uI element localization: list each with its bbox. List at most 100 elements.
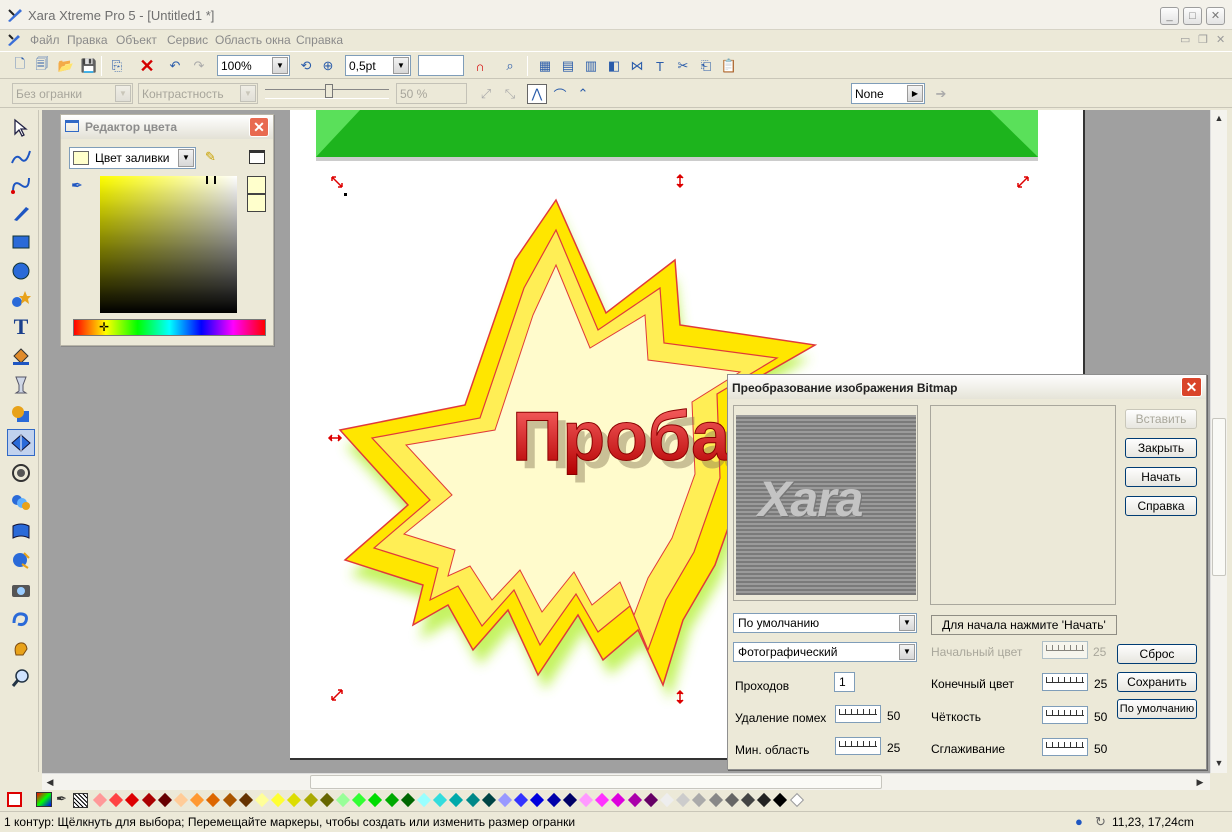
palette-swatch[interactable]	[238, 792, 253, 808]
snap-icon[interactable]: ●	[1075, 814, 1083, 829]
palette-swatch[interactable]	[384, 792, 399, 808]
palette-swatch[interactable]	[692, 792, 707, 808]
chevron-down-icon[interactable]: ▼	[272, 57, 288, 74]
group-icon[interactable]: ◧	[604, 56, 624, 76]
palette-swatch[interactable]	[303, 792, 318, 808]
canvas-text[interactable]: Проба	[512, 397, 732, 476]
palette-swatch[interactable]	[595, 792, 610, 808]
bevel-tool-icon[interactable]	[7, 429, 35, 456]
menu-edit[interactable]: Правка	[67, 33, 108, 47]
doc-restore-icon[interactable]: ❐	[1198, 33, 1208, 46]
palette-swatch[interactable]	[352, 792, 367, 808]
palette-swatch[interactable]	[400, 792, 415, 808]
close-button[interactable]: Закрыть	[1125, 438, 1197, 458]
palette-swatch[interactable]	[708, 792, 723, 808]
palette-swatch[interactable]	[773, 792, 788, 808]
noise-slider[interactable]	[835, 705, 881, 723]
close-icon[interactable]: ✕	[1181, 377, 1202, 397]
rectangle-tool-icon[interactable]	[7, 228, 35, 255]
3d-extrude-tool-icon[interactable]	[7, 605, 35, 632]
scroll-right-icon[interactable]: ▶	[1192, 774, 1208, 790]
horizontal-scrollbar[interactable]: ◀ ▶	[42, 773, 1210, 790]
palette-swatch[interactable]	[287, 792, 302, 808]
none-combo[interactable]: None ▶	[851, 83, 925, 104]
palette-swatch[interactable]	[109, 792, 124, 808]
paste-icon[interactable]: 📋	[719, 56, 739, 76]
open-folder-icon[interactable]: 📂	[56, 56, 76, 76]
arrange-back-icon[interactable]: ▤	[558, 56, 578, 76]
cut-icon[interactable]: ✂	[673, 56, 693, 76]
join-mitre-icon[interactable]: ⋀	[527, 84, 547, 104]
reset-button[interactable]: Сброс	[1117, 644, 1197, 664]
start-color-slider[interactable]	[1042, 641, 1088, 659]
save-icon[interactable]: 💾	[79, 56, 99, 76]
sharpness-slider[interactable]	[1042, 706, 1088, 724]
min-area-slider[interactable]	[835, 737, 881, 755]
vertical-scrollbar[interactable]: ▲ ▼	[1210, 110, 1227, 773]
zoom-combo[interactable]: 100% ▼	[217, 55, 290, 76]
chevron-down-icon[interactable]: ▼	[899, 644, 915, 660]
text-tool-icon[interactable]: T	[7, 313, 35, 340]
palette-swatch[interactable]	[481, 792, 496, 808]
doc-close-icon[interactable]: ✕	[1216, 33, 1225, 46]
chevron-down-icon[interactable]: ▼	[899, 615, 915, 631]
start-button[interactable]: Начать	[1125, 467, 1197, 487]
push-tool-icon[interactable]	[7, 635, 35, 662]
chevron-down-icon[interactable]: ▼	[178, 149, 194, 167]
new-template-icon[interactable]: 🗐	[32, 56, 52, 76]
color-options-icon[interactable]	[249, 150, 265, 164]
join-bevel-icon[interactable]: ⌃	[573, 84, 593, 104]
palette-swatch[interactable]	[190, 792, 205, 808]
find-icon[interactable]: ⌕	[500, 56, 520, 76]
palette-swatch[interactable]	[578, 792, 594, 808]
vertical-scroll-thumb[interactable]	[1212, 418, 1226, 576]
line-color-indicator[interactable]	[7, 792, 22, 807]
palette-swatch[interactable]	[659, 792, 675, 808]
palette-swatch[interactable]	[271, 792, 286, 808]
fill-tool-icon[interactable]	[7, 343, 35, 370]
preset-combo[interactable]: По умолчанию ▼	[733, 613, 917, 633]
chevron-right-icon[interactable]: ▶	[907, 85, 923, 102]
percent-field[interactable]: 50 %	[396, 83, 467, 104]
line-width-combo[interactable]: 0,5pt ▼	[345, 55, 411, 76]
zoom-previous-icon[interactable]: ⟲	[296, 56, 316, 76]
palette-swatch[interactable]	[92, 792, 108, 808]
horizontal-scroll-thumb[interactable]	[310, 775, 882, 789]
menu-file[interactable]: Файл	[30, 33, 60, 47]
palette-swatch[interactable]	[254, 792, 270, 808]
palette-swatch[interactable]	[141, 792, 156, 808]
palette-swatch[interactable]	[222, 792, 237, 808]
scroll-up-icon[interactable]: ▲	[1211, 110, 1227, 126]
combine-icon[interactable]: ⋈	[627, 56, 647, 76]
selector-tool-icon[interactable]	[7, 114, 35, 141]
copy-icon[interactable]: ⎗	[696, 56, 716, 76]
palette-swatch[interactable]	[433, 792, 448, 808]
text-icon[interactable]: T	[650, 56, 670, 76]
apply-arrow-icon[interactable]: ➔	[931, 84, 951, 104]
palette-swatch[interactable]	[627, 792, 642, 808]
scroll-left-icon[interactable]: ◀	[42, 774, 58, 790]
palette-swatch[interactable]	[157, 792, 172, 808]
palette-swatch[interactable]	[757, 792, 772, 808]
chevron-down-icon[interactable]: ▼	[115, 85, 131, 102]
undo-icon[interactable]: ↶	[165, 56, 185, 76]
scroll-down-icon[interactable]: ▼	[1211, 755, 1227, 771]
palette-swatch[interactable]	[611, 792, 626, 808]
bevel-type-combo[interactable]: Без огранки ▼	[12, 83, 133, 104]
smoothing-slider[interactable]	[1042, 738, 1088, 756]
line-style-combo[interactable]	[418, 55, 464, 76]
menu-window[interactable]: Область окна	[215, 33, 291, 47]
palette-swatch[interactable]	[416, 792, 432, 808]
chevron-down-icon[interactable]: ▼	[240, 85, 256, 102]
photo-tool-icon[interactable]	[7, 576, 35, 603]
mode-combo[interactable]: Фотографический ▼	[733, 642, 917, 662]
palette-swatch[interactable]	[530, 792, 545, 808]
quickshape-tool-icon[interactable]	[7, 285, 35, 312]
snap-magnet-icon[interactable]: ∩	[470, 56, 490, 76]
insert-button[interactable]: Вставить	[1125, 409, 1197, 429]
shadow-tool-icon[interactable]	[7, 400, 35, 427]
palette-swatch[interactable]	[449, 792, 464, 808]
doc-minimize-icon[interactable]: ▭	[1180, 33, 1190, 46]
contrast-slider[interactable]	[265, 84, 389, 99]
join-round-icon[interactable]: ⌒	[550, 84, 570, 104]
